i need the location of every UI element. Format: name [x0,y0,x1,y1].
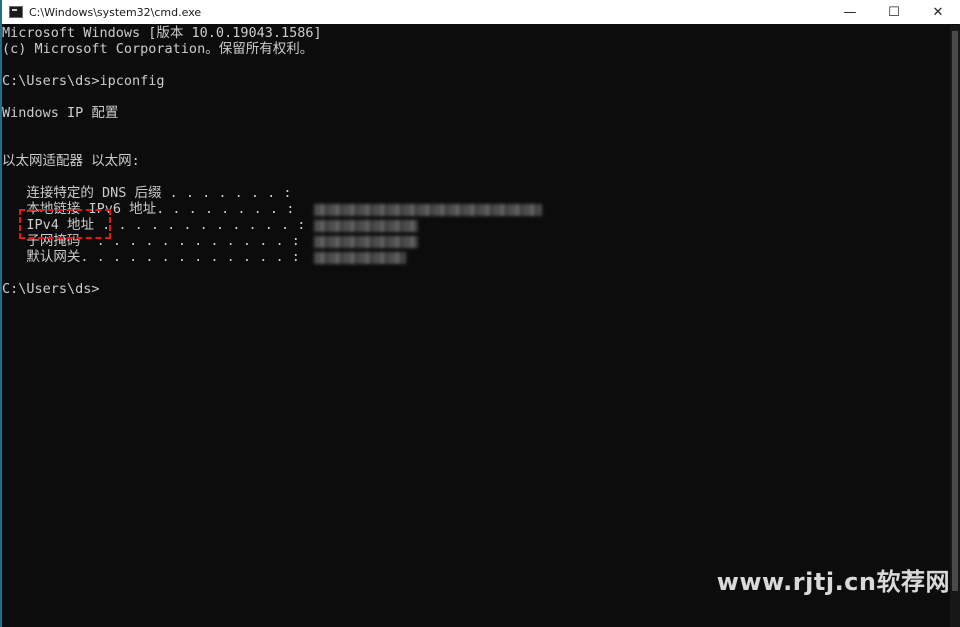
ipv4-highlight-box [19,209,111,239]
window-controls: — ☐ ✕ [828,0,960,24]
console-line-copyright: (c) Microsoft Corporation。保留所有权利。 [2,41,314,57]
scrollbar-thumb[interactable] [952,31,958,591]
cmd-window: C:\Windows\system32\cmd.exe — ☐ ✕ Micros… [0,0,960,627]
console-line-prompt: C:\Users\ds> [2,281,100,297]
window-title: C:\Windows\system32\cmd.exe [29,5,202,19]
console-output[interactable]: Microsoft Windows [版本 10.0.19043.1586] (… [2,25,950,627]
close-button[interactable]: ✕ [916,0,960,24]
console-line-gateway: 默认网关. . . . . . . . . . . . . : [2,249,300,265]
console-line-adapter: 以太网适配器 以太网: [2,153,140,169]
redacted-subnet-value [314,236,418,248]
console-line-command: C:\Users\ds>ipconfig [2,73,165,89]
minimize-button[interactable]: — [828,0,872,24]
maximize-button[interactable]: ☐ [872,0,916,24]
console-line-dns-suffix: 连接特定的 DNS 后缀 . . . . . . . : [2,185,292,201]
site-watermark: www.rjtj.cn软荐网 [716,568,950,596]
console-line-version: Microsoft Windows [版本 10.0.19043.1586] [2,25,322,41]
vertical-scrollbar[interactable] [950,25,960,627]
cmd-app-icon[interactable] [9,6,23,18]
console-line-ip-config: Windows IP 配置 [2,105,119,121]
redacted-ipv6-value [314,204,542,216]
redacted-ipv4-value [314,220,418,232]
title-bar[interactable]: C:\Windows\system32\cmd.exe — ☐ ✕ [2,0,960,24]
redacted-gateway-value [314,252,406,264]
